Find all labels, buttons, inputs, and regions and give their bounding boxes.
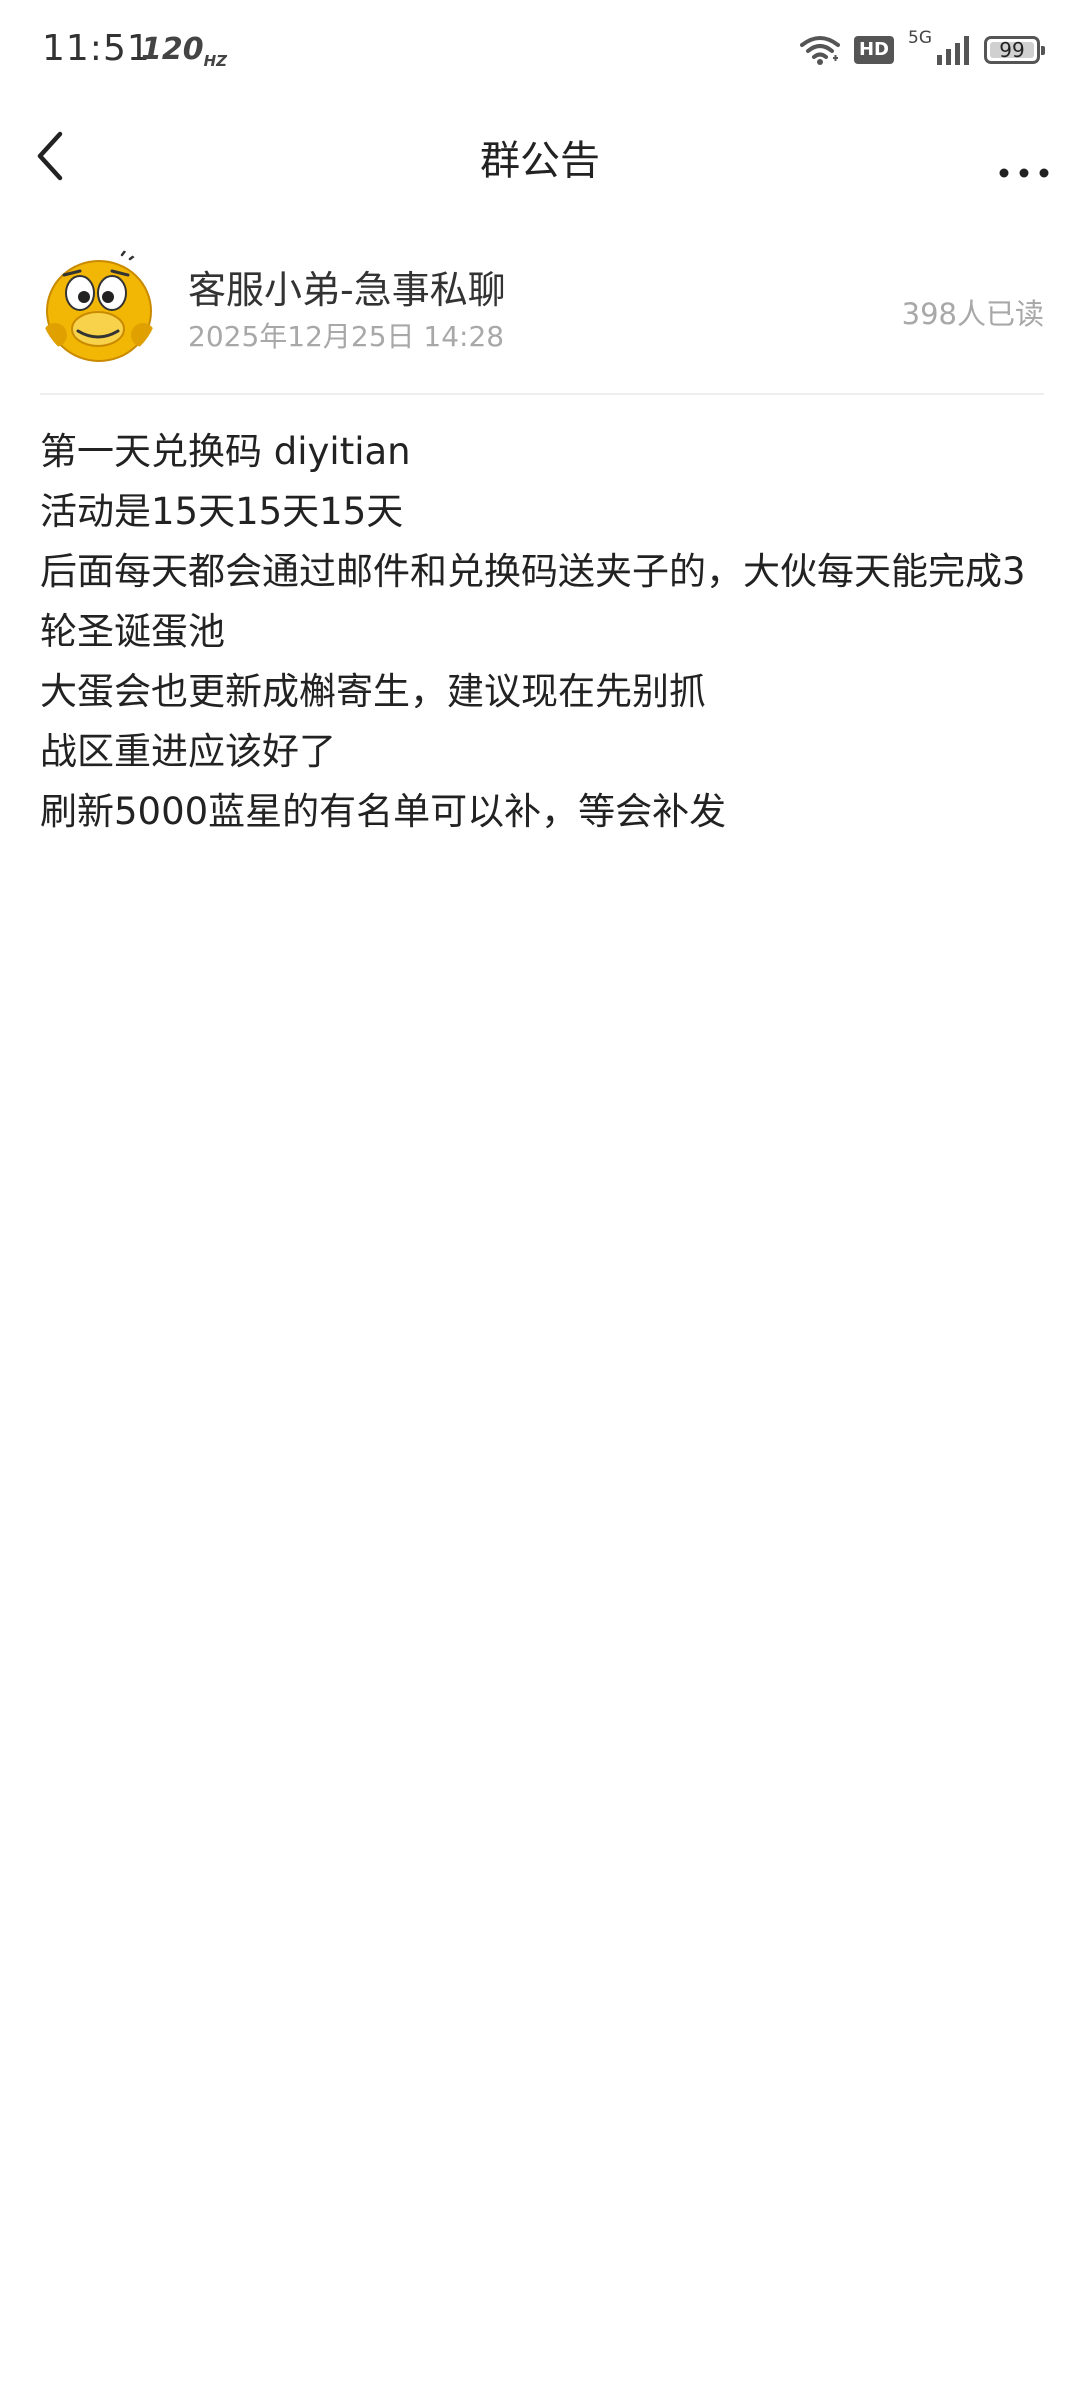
announcement-line: 刷新5000蓝星的有名单可以补，等会补发 bbox=[40, 790, 727, 833]
announcement-line: 后面每天都会通过邮件和兑换码送夹子的，大伙每天能完成3轮圣诞蛋池 bbox=[40, 550, 1026, 653]
status-bar: 11:51 120HZ HD 5G 99 bbox=[0, 0, 1080, 100]
hd-badge: HD bbox=[853, 36, 894, 64]
status-icons: HD 5G 99 bbox=[799, 28, 1045, 70]
nav-bar: 群公告 bbox=[0, 110, 1080, 200]
wifi-icon bbox=[799, 36, 840, 65]
announcement-content: 第一天兑换码 diyitian 活动是15天15天15天 后面每天都会通过邮件和… bbox=[40, 422, 1050, 842]
author-row: 客服小弟-急事私聊 2025年12月25日 14:28 398人已读 bbox=[40, 245, 1044, 369]
post-timestamp: 2025年12月25日 14:28 bbox=[188, 320, 505, 353]
battery-icon: 99 bbox=[984, 36, 1045, 64]
avatar[interactable] bbox=[40, 245, 158, 363]
refresh-rate-value: 120 bbox=[141, 32, 204, 67]
more-options-button[interactable] bbox=[992, 126, 1056, 186]
divider bbox=[40, 393, 1044, 395]
status-time: 11:51 bbox=[42, 28, 151, 69]
announcement-line: 活动是15天15天15天 bbox=[40, 490, 404, 533]
page-title: 群公告 bbox=[480, 138, 600, 184]
network-label: 5G bbox=[908, 28, 932, 48]
refresh-rate-indicator: 120HZ bbox=[141, 32, 227, 70]
announcement-line: 战区重进应该好了 bbox=[40, 730, 336, 773]
more-dots-icon bbox=[999, 168, 1049, 178]
cartoon-avatar-icon bbox=[40, 245, 158, 363]
announcement-line: 大蛋会也更新成槲寄生，建议现在先别抓 bbox=[40, 670, 706, 713]
refresh-rate-unit: HZ bbox=[203, 52, 228, 70]
read-count[interactable]: 398人已读 bbox=[902, 291, 1044, 333]
announcement-line: 第一天兑换码 diyitian bbox=[40, 430, 411, 473]
author-name: 客服小弟-急事私聊 bbox=[188, 268, 506, 312]
signal-bars-icon bbox=[937, 36, 969, 65]
battery-level: 99 bbox=[999, 38, 1025, 62]
